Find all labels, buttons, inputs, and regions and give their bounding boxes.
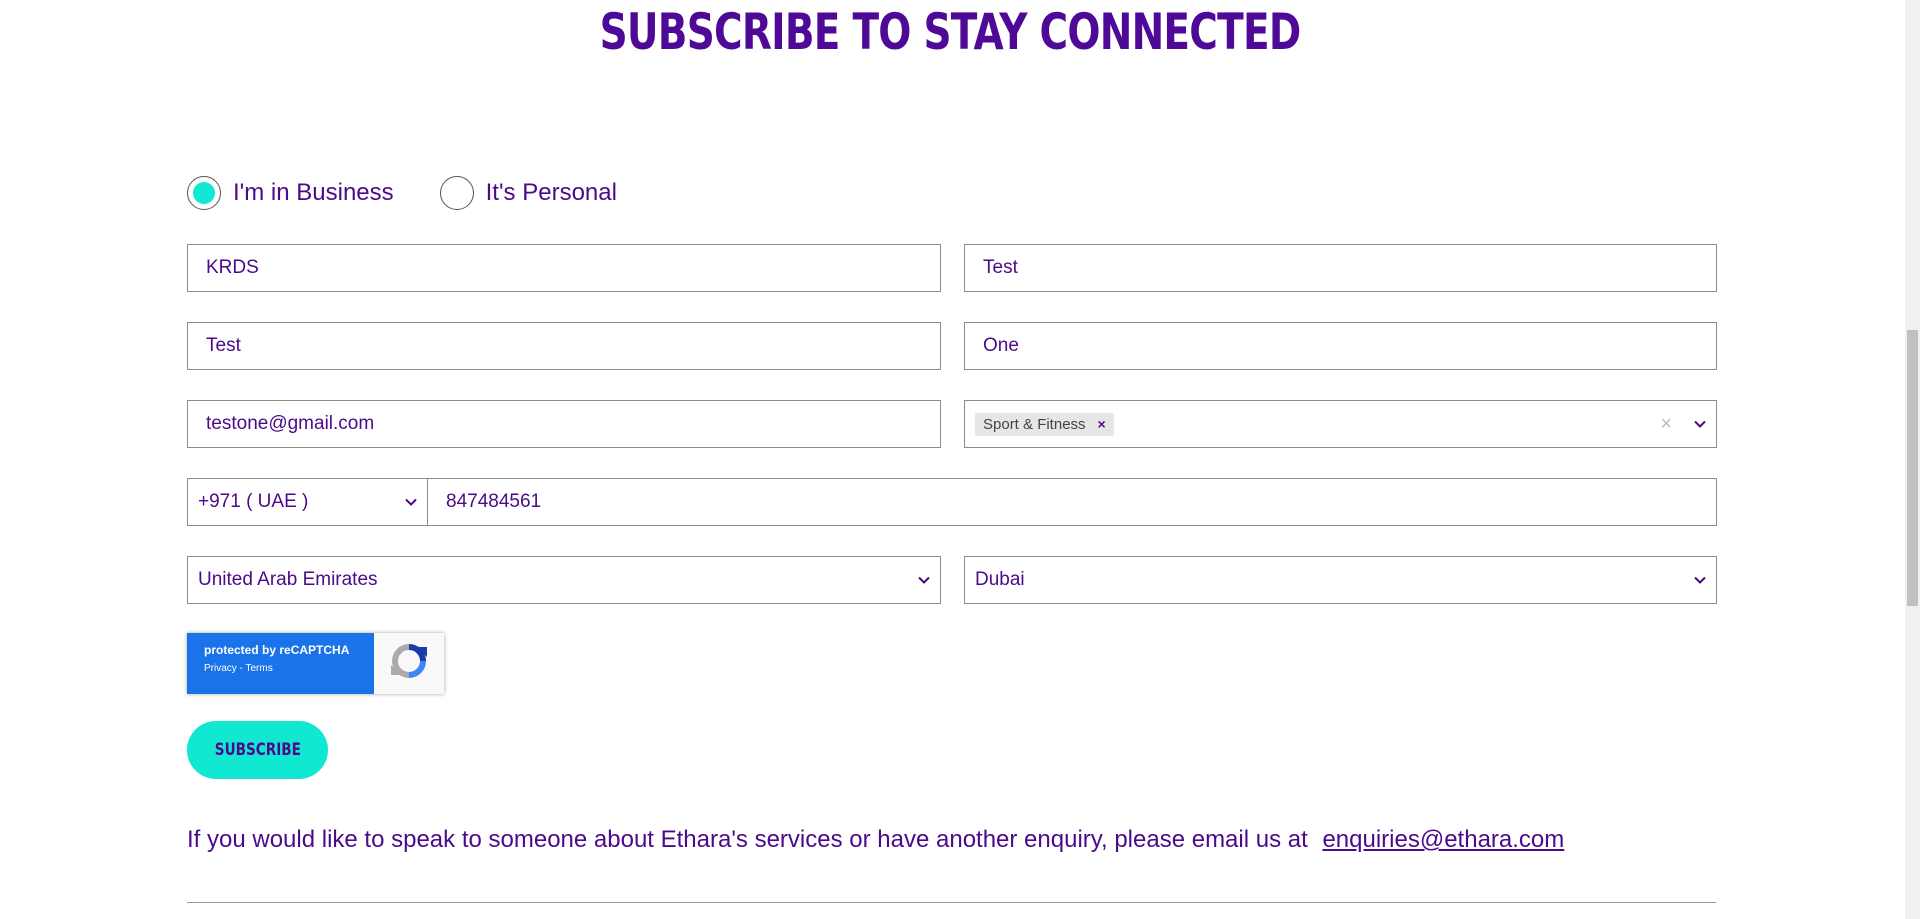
subscribe-button[interactable]: SUBSCRIBE (187, 721, 328, 779)
recaptcha-links[interactable]: Privacy - Terms (204, 663, 374, 674)
job-title-field[interactable]: Test (964, 244, 1717, 292)
chevron-down-icon[interactable] (1694, 418, 1706, 430)
phone-number-value: 847484561 (446, 491, 542, 512)
phone-number-field[interactable]: 847484561 (427, 478, 1717, 526)
interest-tag-label: Sport & Fitness (983, 415, 1086, 433)
phone-code-select[interactable]: +971 ( UAE ) (187, 478, 428, 526)
last-name-value: One (983, 335, 1019, 356)
recaptcha-text-panel: protected by reCAPTCHA Privacy - Terms (187, 633, 374, 694)
interest-tag: Sport & Fitness × (975, 412, 1114, 436)
city-value: Dubai (975, 569, 1025, 590)
country-value: United Arab Emirates (198, 569, 378, 590)
first-name-value: Test (206, 335, 241, 356)
first-name-field[interactable]: Test (187, 322, 941, 370)
recaptcha-icon (389, 641, 429, 686)
clear-all-icon[interactable]: × (1660, 413, 1672, 436)
radio-business[interactable]: I'm in Business (187, 176, 394, 210)
radio-business-circle[interactable] (187, 176, 221, 210)
remove-tag-icon[interactable]: × (1098, 416, 1106, 432)
radio-personal-label[interactable]: It's Personal (486, 179, 617, 207)
country-select[interactable]: United Arab Emirates (187, 556, 941, 604)
radio-personal-circle[interactable] (439, 176, 474, 210)
last-name-field[interactable]: One (964, 322, 1717, 370)
recaptcha-badge[interactable]: protected by reCAPTCHA Privacy - Terms (187, 633, 444, 694)
city-select[interactable]: Dubai (964, 556, 1717, 604)
email-field[interactable]: testone@gmail.com (187, 400, 941, 448)
interests-multiselect[interactable]: Sport & Fitness × × (964, 400, 1717, 448)
company-field[interactable]: KRDS (187, 244, 941, 292)
chevron-down-icon (1694, 574, 1706, 586)
enquiry-email-link[interactable]: enquiries@ethara.com (1322, 826, 1564, 853)
email-value: testone@gmail.com (206, 413, 375, 434)
recaptcha-logo-panel (374, 633, 444, 694)
chevron-down-icon (918, 574, 930, 586)
page-title: SUBSCRIBE TO STAY CONNECTED (599, 3, 1302, 61)
account-type-radio-group: I'm in Business It's Personal (187, 176, 663, 210)
chevron-down-icon (405, 496, 417, 508)
scrollbar-thumb[interactable] (1907, 330, 1918, 606)
divider (187, 902, 1716, 903)
company-value: KRDS (206, 257, 259, 278)
radio-selected-dot (193, 182, 215, 204)
enquiry-text: If you would like to speak to someone ab… (187, 826, 1308, 853)
page-scrollbar[interactable] (1905, 0, 1920, 919)
job-title-value: Test (983, 257, 1018, 278)
recaptcha-label: protected by reCAPTCHA (204, 643, 350, 657)
phone-code-value: +971 ( UAE ) (198, 491, 309, 512)
radio-business-label[interactable]: I'm in Business (233, 179, 394, 207)
radio-personal[interactable]: It's Personal (439, 176, 617, 210)
enquiry-note: If you would like to speak to someone ab… (187, 826, 1564, 854)
subscribe-label: SUBSCRIBE (214, 740, 301, 760)
